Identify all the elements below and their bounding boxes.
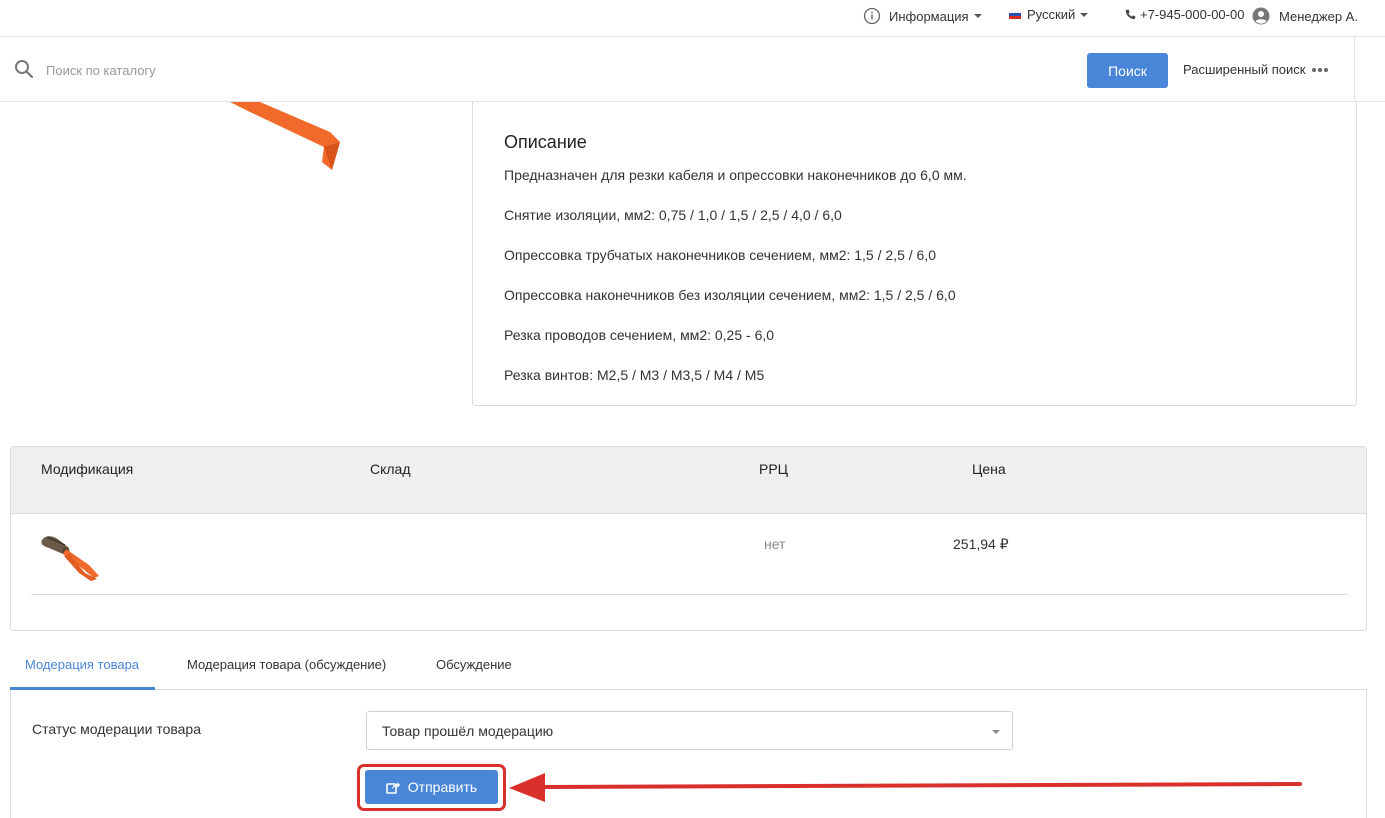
tab-bar: Модерация товара Модерация товара (обсуж…: [10, 645, 1367, 690]
tab-moderation-discussion[interactable]: Модерация товара (обсуждение): [187, 657, 386, 672]
search-input[interactable]: [46, 57, 646, 83]
description-line: Опрессовка наконечников без изоляции сеч…: [504, 287, 956, 303]
top-bar: Информация Русский +7-945-000-00-00 Мене…: [0, 0, 1385, 32]
phone-number: +7-945-000-00-00: [1140, 7, 1245, 22]
column-header-rrc: РРЦ: [759, 461, 789, 477]
tab-product-moderation[interactable]: Модерация товара: [25, 657, 139, 672]
phone-link[interactable]: +7-945-000-00-00: [1125, 7, 1244, 22]
description-line: Снятие изоляции, мм2: 0,75 / 1,0 / 1,5 /…: [504, 207, 842, 223]
advanced-search-label: Расширенный поиск: [1183, 62, 1306, 77]
price-value: 251,94 ₽: [953, 536, 1009, 552]
chevron-down-icon: [973, 14, 982, 18]
submit-button-label: Отправить: [407, 779, 478, 795]
column-header-modification: Модификация: [41, 461, 134, 477]
description-line: Опрессовка трубчатых наконечников сечени…: [504, 247, 936, 263]
description-line: Резка проводов сечением, мм2: 0,25 - 6,0: [504, 327, 775, 343]
description-card: Описание Предназначен для резки кабеля и…: [472, 102, 1357, 406]
info-menu[interactable]: Информация: [863, 7, 982, 25]
product-image: [230, 102, 340, 170]
language-menu[interactable]: Русский: [1009, 7, 1089, 22]
table-header: Модификация Склад РРЦ Цена: [11, 447, 1366, 514]
submit-button[interactable]: Отправить: [365, 770, 498, 804]
divider: [1354, 37, 1355, 101]
description-line: Предназначен для резки кабеля и опрессов…: [504, 167, 967, 183]
chevron-down-icon: [1080, 12, 1089, 17]
more-dots-icon: [1312, 67, 1329, 72]
search-bar: Поиск Расширенный поиск: [0, 36, 1385, 102]
russian-flag-icon: [1009, 10, 1021, 19]
modifications-table: Модификация Склад РРЦ Цена нет 251,94 ₽: [10, 446, 1367, 631]
description-title: Описание: [504, 132, 587, 152]
user-menu[interactable]: Менеджер А.: [1252, 7, 1358, 25]
product-thumbnail: [41, 536, 99, 581]
chevron-down-icon: [992, 730, 1000, 734]
annotation-arrow: [509, 773, 1302, 802]
phone-icon: [1125, 9, 1136, 20]
rrc-value: нет: [764, 536, 786, 552]
user-name: Менеджер А.: [1279, 8, 1358, 24]
divider: [31, 594, 1347, 595]
moderation-status-value: Товар прошёл модерацию: [382, 723, 554, 739]
search-button[interactable]: Поиск: [1087, 53, 1168, 88]
share-icon: [385, 781, 400, 794]
search-icon: [15, 60, 34, 79]
user-avatar-icon: [1252, 7, 1270, 25]
advanced-search-link[interactable]: Расширенный поиск: [1183, 62, 1329, 77]
column-header-warehouse: Склад: [370, 461, 411, 477]
column-header-price: Цена: [972, 461, 1006, 477]
description-line: Резка винтов: М2,5 / М3 / М3,5 / М4 / М5: [504, 367, 765, 383]
language-menu-label: Русский: [1027, 7, 1076, 22]
info-icon: [863, 7, 881, 25]
info-menu-label: Информация: [889, 8, 969, 24]
moderation-status-label: Статус модерации товара: [32, 721, 202, 737]
tab-discussion[interactable]: Обсуждение: [436, 657, 512, 672]
moderation-status-select[interactable]: Товар прошёл модерацию: [366, 711, 1013, 750]
